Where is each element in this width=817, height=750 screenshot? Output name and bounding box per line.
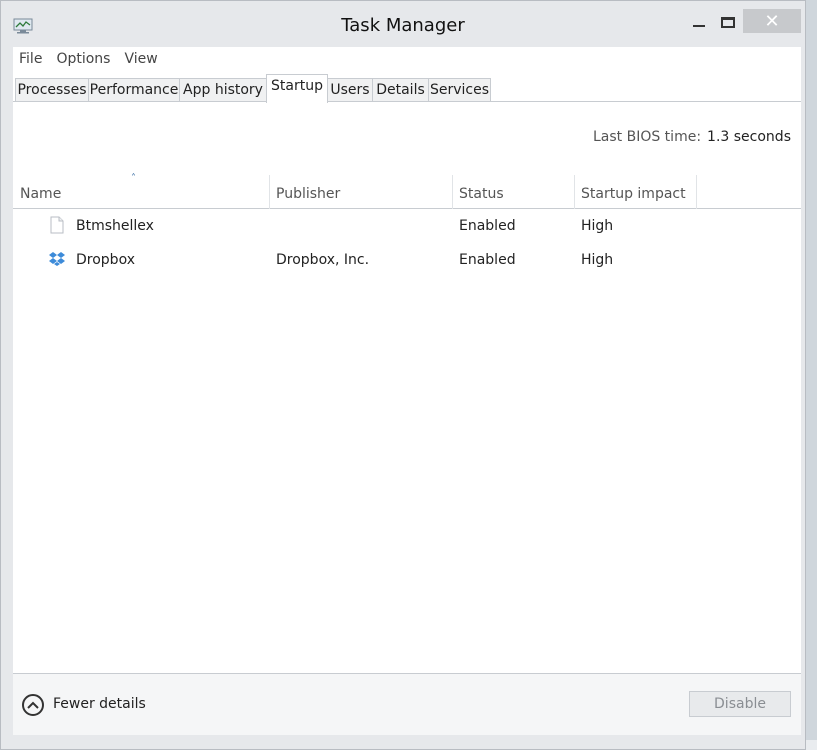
table-row[interactable]: Dropbox Dropbox, Inc. Enabled High (13, 243, 801, 277)
footer-bar: Fewer details Disable (13, 673, 801, 735)
row-status: Enabled (459, 252, 516, 268)
minimize-icon (693, 25, 705, 27)
chevron-up-icon[interactable] (22, 694, 44, 716)
column-header-startup-impact[interactable]: Startup impact (574, 175, 696, 209)
menu-file[interactable]: File (19, 51, 42, 67)
task-manager-window: Task Manager ✕ File Options View Process… (0, 0, 806, 750)
blank-file-icon (50, 216, 64, 234)
bios-time-label: Last BIOS time: (592, 129, 702, 145)
tab-startup[interactable]: Startup (266, 74, 328, 103)
bios-time: Last BIOS time: 1.3 seconds (593, 129, 791, 145)
close-icon: ✕ (764, 10, 780, 32)
fewer-details-link[interactable]: Fewer details (53, 696, 146, 712)
column-separator[interactable] (696, 175, 697, 209)
column-header-name-label: Name (20, 186, 62, 202)
sort-ascending-icon: ˄ (131, 173, 136, 184)
menu-view[interactable]: View (124, 51, 157, 67)
table-row[interactable]: Btmshellex Enabled High (13, 209, 801, 243)
tab-bar: Processes Performance App history Startu… (13, 71, 801, 103)
menu-options[interactable]: Options (56, 51, 110, 67)
tab-processes[interactable]: Processes (15, 78, 89, 101)
row-startup-impact: High (581, 218, 614, 234)
tab-app-history[interactable]: App history (179, 78, 267, 101)
tab-services[interactable]: Services (428, 78, 491, 101)
disable-button[interactable]: Disable (689, 691, 791, 717)
column-header-name[interactable]: ˄ Name (13, 173, 269, 209)
row-name: Dropbox (76, 252, 135, 268)
desktop-strip (805, 740, 817, 750)
startup-panel: Last BIOS time: 1.3 seconds ˄ Name Publis… (13, 102, 801, 673)
tab-performance[interactable]: Performance (88, 78, 180, 101)
column-header-row: ˄ Name Publisher Status Startup impact (13, 173, 801, 209)
row-status: Enabled (459, 218, 516, 234)
bios-time-value: 1.3 seconds (707, 129, 791, 145)
desktop-background-right (805, 0, 817, 750)
tab-details[interactable]: Details (372, 78, 429, 101)
menu-bar: File Options View (13, 47, 801, 71)
dropbox-icon (49, 252, 65, 266)
minimize-button[interactable] (684, 11, 714, 33)
maximize-button[interactable] (713, 11, 743, 33)
maximize-icon (721, 16, 735, 28)
tab-users[interactable]: Users (327, 78, 373, 101)
row-startup-impact: High (581, 252, 614, 268)
row-name: Btmshellex (76, 218, 154, 234)
close-button[interactable]: ✕ (743, 9, 801, 33)
column-header-status[interactable]: Status (452, 175, 574, 209)
row-publisher: Dropbox, Inc. (276, 252, 370, 268)
column-header-publisher[interactable]: Publisher (269, 175, 452, 209)
title-bar[interactable]: Task Manager ✕ (1, 1, 805, 45)
